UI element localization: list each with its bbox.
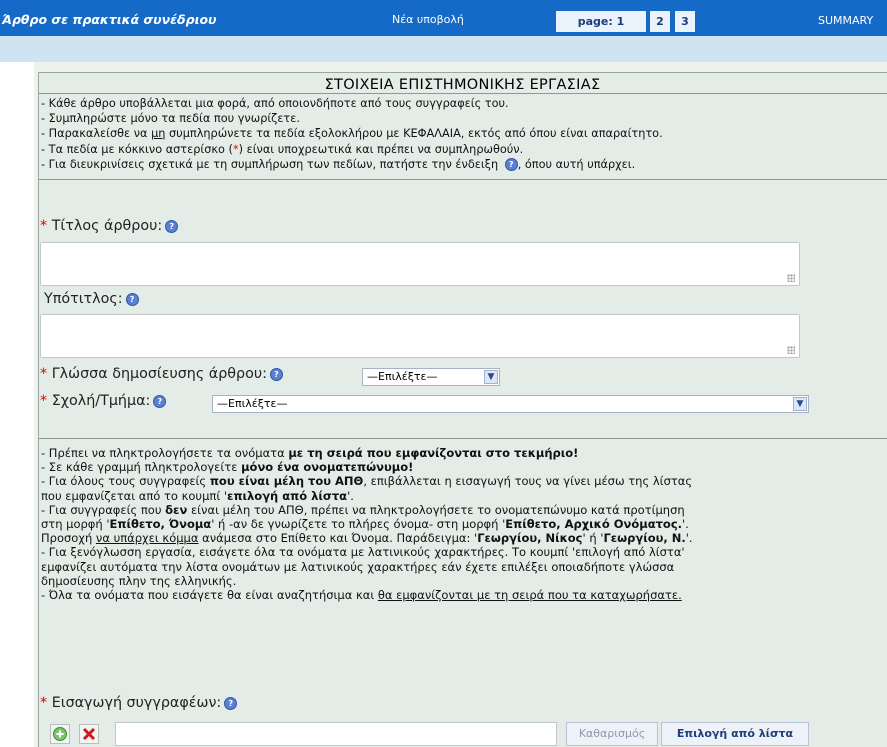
new-submission-link[interactable]: Νέα υποβολή	[392, 13, 464, 26]
school-label: * Σχολή/Τμήμα:?	[40, 393, 167, 409]
help-icon[interactable]: ?	[224, 697, 238, 710]
site-title: Άρθρο σε πρακτικά συνέδριου	[2, 12, 217, 27]
top-header-bar: Άρθρο σε πρακτικά συνέδριου Νέα υποβολή …	[0, 0, 887, 36]
chevron-down-icon: ▼	[484, 370, 498, 384]
title-label: * Τίτλος άρθρου:?	[40, 218, 179, 234]
select-from-list-button[interactable]: Επιλογή από λίστα	[661, 722, 809, 746]
add-icon	[53, 727, 67, 741]
help-icon[interactable]: ?	[165, 220, 179, 233]
page-tab-1[interactable]: page: 1	[556, 11, 646, 32]
page-tab-2[interactable]: 2	[650, 11, 670, 32]
help-icon: ?	[504, 158, 518, 171]
language-select[interactable]: —Επιλέξτε— ▼	[362, 368, 500, 386]
resize-grip-icon[interactable]	[787, 346, 795, 354]
summary-link[interactable]: SUMMARY	[818, 14, 873, 27]
author-name-input[interactable]	[115, 722, 557, 746]
note-line: - Για διευκρινίσεις σχετικά με τη συμπλή…	[41, 158, 636, 171]
authors-instructions: - Πρέπει να πληκτρολογήσετε τα ονόματα μ…	[41, 446, 693, 603]
add-author-button[interactable]	[50, 724, 70, 744]
section-title: ΣΤΟΙΧΕΙΑ ΕΠΙΣΤΗΜΟΝΙΚΗΣ ΕΡΓΑΣΙΑΣ	[38, 73, 887, 94]
subtitle-label: Υπότιτλος:?	[44, 291, 139, 307]
remove-author-button[interactable]	[79, 724, 99, 744]
authors-label: * Εισαγωγή συγγραφέων:?	[40, 695, 238, 711]
close-icon	[82, 727, 96, 741]
help-icon[interactable]: ?	[153, 395, 167, 408]
note-line: - Κάθε άρθρο υποβάλλεται μια φορά, από ο…	[41, 97, 509, 110]
help-icon[interactable]: ?	[125, 293, 139, 306]
school-select[interactable]: —Επιλέξτε— ▼	[212, 395, 809, 413]
note-line: - Τα πεδία με κόκκινο αστερίσκο (*) είνα…	[41, 143, 524, 156]
help-icon[interactable]: ?	[269, 368, 283, 381]
divider	[38, 438, 887, 439]
language-label: * Γλώσσα δημοσίευσης άρθρου:?	[40, 366, 283, 382]
note-line: - Συμπληρώστε μόνο τα πεδία που γνωρίζετ…	[41, 112, 300, 125]
header-subbar	[0, 36, 887, 62]
chevron-down-icon: ▼	[793, 397, 807, 411]
page-tab-3[interactable]: 3	[675, 11, 695, 32]
resize-grip-icon[interactable]	[787, 274, 795, 282]
divider	[38, 179, 887, 180]
title-textarea[interactable]	[40, 242, 800, 286]
note-underline: μη	[151, 127, 166, 140]
note-line: - Παρακαλείσθε να μη συμπληρώνετε τα πεδ…	[41, 127, 663, 140]
clear-button[interactable]: Καθαρισμός	[566, 722, 658, 746]
subtitle-textarea[interactable]	[40, 314, 800, 358]
